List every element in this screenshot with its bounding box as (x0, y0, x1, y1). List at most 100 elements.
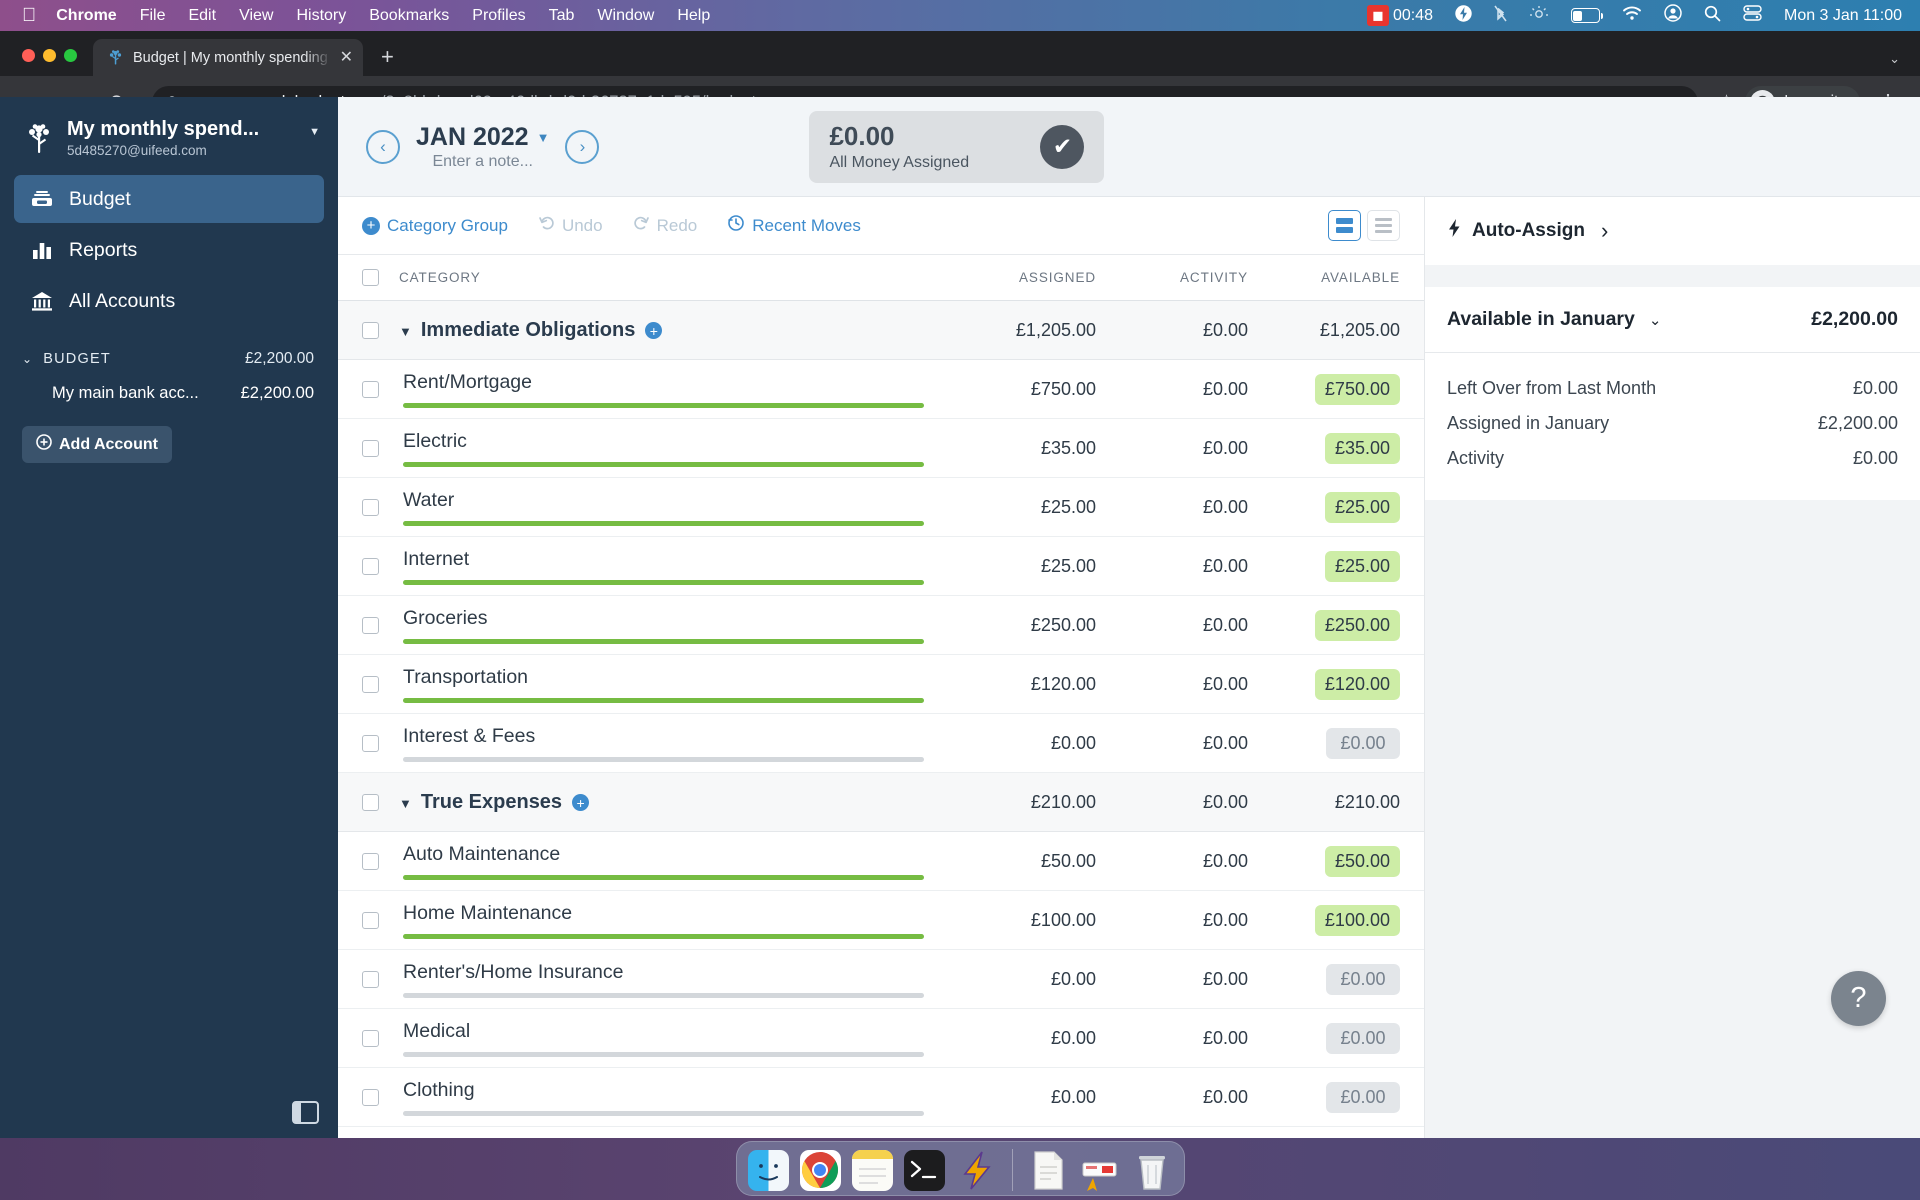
terminal-icon[interactable] (903, 1149, 945, 1191)
sidebar-item-all-accounts[interactable]: All Accounts (14, 277, 324, 325)
select-all-checkbox[interactable] (362, 269, 379, 286)
category-available-cell[interactable]: £25.00 (1248, 491, 1400, 523)
category-name-cell[interactable]: Medical (399, 1020, 944, 1057)
category-assigned[interactable]: £0.00 (944, 1028, 1096, 1049)
category-activity[interactable]: £0.00 (1096, 674, 1248, 695)
auto-assign-button[interactable]: Auto-Assign › (1425, 197, 1920, 265)
month-title-row[interactable]: JAN 2022 ▼ (416, 123, 549, 152)
category-row[interactable]: Auto Maintenance £50.00 £0.00 £50.00 (338, 832, 1424, 891)
category-name-cell[interactable]: Internet (399, 548, 944, 585)
new-tab-button[interactable]: + (381, 46, 394, 68)
category-row[interactable]: Groceries £250.00 £0.00 £250.00 (338, 596, 1424, 655)
chevron-down-icon[interactable]: ▼ (309, 126, 320, 138)
control-center-icon[interactable] (1664, 4, 1682, 27)
category-row[interactable]: Rent/Mortgage £750.00 £0.00 £750.00 (338, 360, 1424, 419)
category-name-cell[interactable]: Interest & Fees (399, 725, 944, 762)
category-available-cell[interactable]: £0.00 (1248, 727, 1400, 759)
row-checkbox[interactable] (362, 1029, 379, 1047)
minimize-window-button[interactable] (43, 49, 56, 62)
category-name-cell[interactable]: Rent/Mortgage (399, 371, 944, 408)
available-in-month-row[interactable]: Available in January ⌄ £2,200.00 (1425, 287, 1920, 353)
month-note-input[interactable]: Enter a note... (416, 153, 549, 171)
collapse-sidebar-icon[interactable]: ◀ (292, 1101, 319, 1124)
category-activity[interactable]: £0.00 (1096, 379, 1248, 400)
category-name-cell[interactable]: Home Maintenance (399, 902, 944, 939)
menu-item-help[interactable]: Help (677, 7, 710, 25)
menu-item-bookmarks[interactable]: Bookmarks (369, 7, 449, 25)
stickies-icon[interactable] (851, 1149, 893, 1191)
browser-tab[interactable]: Budget | My monthly spending ✕ (93, 39, 363, 76)
close-window-button[interactable] (22, 49, 35, 62)
chevron-down-icon[interactable]: ▼ (399, 796, 412, 811)
row-checkbox[interactable] (362, 380, 379, 398)
redo-button[interactable]: Redo (633, 215, 697, 236)
sidebar-item-budget[interactable]: Budget (14, 175, 324, 223)
recent-moves-button[interactable]: Recent Moves (727, 214, 861, 237)
column-header-assigned[interactable]: ASSIGNED (944, 270, 1096, 285)
previous-month-button[interactable]: ‹ (366, 129, 400, 164)
row-checkbox[interactable] (362, 616, 379, 634)
apple-menu-icon[interactable]:  (22, 6, 36, 25)
chevron-down-icon[interactable]: ⌄ (1649, 311, 1662, 329)
maximize-window-button[interactable] (64, 49, 77, 62)
row-checkbox[interactable] (362, 911, 379, 929)
category-available-cell[interactable]: £0.00 (1248, 1081, 1400, 1113)
sidebar-budget-section-header[interactable]: ⌄ BUDGET £2,200.00 (0, 328, 338, 376)
display-icon[interactable] (1743, 5, 1762, 26)
lightning-bolt-icon[interactable] (1455, 4, 1472, 28)
category-available-cell[interactable]: £100.00 (1248, 904, 1400, 936)
menu-item-tab[interactable]: Tab (549, 7, 575, 25)
row-checkbox[interactable] (362, 793, 379, 811)
category-group-row[interactable]: ▼ True Expenses + £210.00 £0.00 £210.00 (338, 773, 1424, 832)
category-group-row[interactable]: ▼ Immediate Obligations + £1,205.00 £0.00 £1,… (338, 301, 1424, 360)
category-activity[interactable]: £0.00 (1096, 910, 1248, 931)
row-checkbox[interactable] (362, 498, 379, 516)
category-assigned[interactable]: £0.00 (944, 733, 1096, 754)
row-checkbox[interactable] (362, 557, 379, 575)
category-assigned[interactable]: £100.00 (944, 910, 1096, 931)
category-assigned[interactable]: £750.00 (944, 379, 1096, 400)
chrome-icon[interactable] (799, 1149, 841, 1191)
document-icon[interactable] (1028, 1150, 1069, 1191)
row-checkbox[interactable] (362, 1088, 379, 1106)
category-available-cell[interactable]: £750.00 (1248, 373, 1400, 405)
category-assigned[interactable]: £25.00 (944, 556, 1096, 577)
row-checkbox[interactable] (362, 852, 379, 870)
category-available-cell[interactable]: £250.00 (1248, 609, 1400, 641)
wifi-icon[interactable] (1622, 6, 1642, 26)
category-assigned[interactable]: £120.00 (944, 674, 1096, 695)
menu-item-edit[interactable]: Edit (188, 7, 216, 25)
category-name-cell[interactable]: Transportation (399, 666, 944, 703)
lightning-app-icon[interactable] (956, 1150, 997, 1191)
undo-button[interactable]: Undo (538, 215, 603, 236)
sidebar-item-reports[interactable]: Reports (14, 226, 324, 274)
menu-item-view[interactable]: View (239, 7, 273, 25)
row-checkbox[interactable] (362, 734, 379, 752)
category-assigned[interactable]: £50.00 (944, 851, 1096, 872)
bluetooth-off-icon[interactable] (1494, 4, 1507, 28)
menu-item-profiles[interactable]: Profiles (472, 7, 525, 25)
category-row[interactable]: Transportation £120.00 £0.00 £120.00 (338, 655, 1424, 714)
row-checkbox[interactable] (362, 321, 379, 339)
row-checkbox[interactable] (362, 970, 379, 988)
chevron-down-icon[interactable]: ▼ (537, 130, 550, 145)
category-row[interactable]: Interest & Fees £0.00 £0.00 £0.00 (338, 714, 1424, 773)
column-header-category[interactable]: CATEGORY (399, 270, 944, 285)
finder-icon[interactable] (747, 1149, 789, 1191)
keyboard-brightness-icon[interactable] (1529, 5, 1549, 26)
category-activity[interactable]: £0.00 (1096, 969, 1248, 990)
category-activity[interactable]: £0.00 (1096, 497, 1248, 518)
menu-item-file[interactable]: File (140, 7, 166, 25)
list-view-icon[interactable] (1367, 210, 1400, 241)
screen-recording-indicator[interactable]: ◼ 00:48 (1366, 5, 1433, 26)
category-row[interactable]: Renter's/Home Insurance £0.00 £0.00 £0.00 (338, 950, 1424, 1009)
category-available-cell[interactable]: £35.00 (1248, 432, 1400, 464)
category-name-cell[interactable]: Renter's/Home Insurance (399, 961, 944, 998)
category-available-cell[interactable]: £0.00 (1248, 1022, 1400, 1054)
menu-item-window[interactable]: Window (597, 7, 654, 25)
add-category-icon[interactable]: + (572, 794, 590, 811)
category-row[interactable]: Home Maintenance £100.00 £0.00 £100.00 (338, 891, 1424, 950)
category-available-cell[interactable]: £120.00 (1248, 668, 1400, 700)
category-name-cell[interactable]: Auto Maintenance (399, 843, 944, 880)
category-activity[interactable]: £0.00 (1096, 851, 1248, 872)
